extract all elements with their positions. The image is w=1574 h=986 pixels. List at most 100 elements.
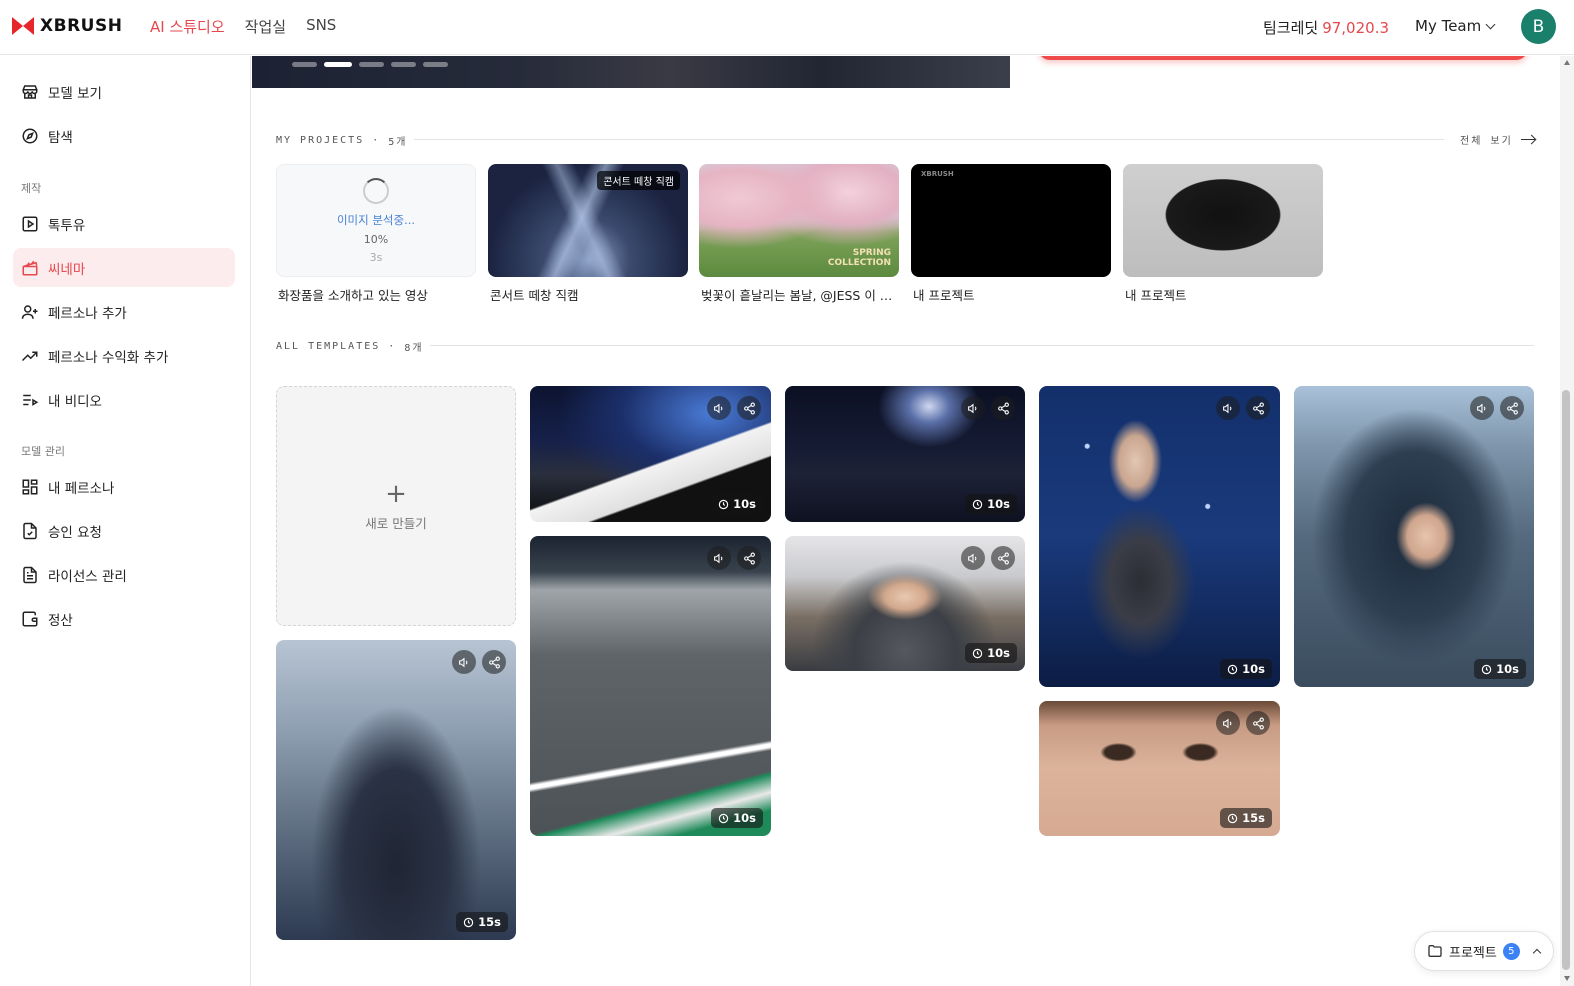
- arrow-right-icon: [1520, 138, 1535, 141]
- duration-text: 10s: [1496, 662, 1519, 676]
- carousel-dot[interactable]: [359, 62, 384, 67]
- carousel-dot[interactable]: [423, 62, 448, 67]
- template-card[interactable]: 10s: [1039, 386, 1280, 687]
- project-card[interactable]: SPRING COLLECTION 벚꽃이 흩날리는 봄날, @JESS 이 환…: [699, 164, 899, 304]
- separator-dot: ·: [388, 341, 397, 352]
- volume-icon[interactable]: [1470, 396, 1494, 420]
- template-card[interactable]: 10s: [530, 536, 771, 836]
- project-card[interactable]: 콘서트 떼창 직캠 콘서트 떼창 직캠: [488, 164, 688, 304]
- chevron-up-icon: [1532, 948, 1542, 958]
- share-icon[interactable]: [1246, 396, 1270, 420]
- clock-icon: [972, 648, 983, 658]
- sidebar-item-label: 페르소나 수익화 추가: [48, 349, 169, 366]
- project-thumbnail: [1123, 164, 1323, 277]
- duration-text: 10s: [733, 811, 756, 825]
- sidebar-item-label: 모델 보기: [48, 85, 102, 102]
- duration-badge: 10s: [1220, 659, 1272, 679]
- project-count-badge: 5: [1502, 942, 1520, 960]
- volume-icon[interactable]: [1216, 711, 1240, 735]
- project-card[interactable]: XBRUSH 내 프로젝트: [911, 164, 1111, 304]
- sidebar-item-approval[interactable]: 승인 요청: [13, 511, 235, 550]
- thumbnail-logo: XBRUSH: [921, 170, 954, 178]
- template-card[interactable]: 10s: [530, 386, 771, 522]
- share-icon[interactable]: [737, 546, 761, 570]
- clock-icon: [1481, 664, 1492, 674]
- sidebar-item-models[interactable]: 모델 보기: [13, 72, 235, 111]
- volume-icon[interactable]: [961, 396, 985, 420]
- share-icon[interactable]: [1246, 711, 1270, 735]
- project-drawer-toggle[interactable]: 프로젝트 5: [1414, 931, 1554, 971]
- volume-icon[interactable]: [707, 546, 731, 570]
- clock-icon: [718, 499, 729, 509]
- sidebar-item-add-persona[interactable]: 페르소나 추가: [13, 292, 235, 331]
- volume-icon[interactable]: [452, 650, 476, 674]
- duration-badge: 15s: [456, 912, 508, 932]
- duration-badge: 10s: [965, 494, 1017, 514]
- top-nav: AI 스튜디오 작업실 SNS: [150, 16, 336, 37]
- scroll-down-icon[interactable]: [1564, 976, 1570, 981]
- nav-ai-studio[interactable]: AI 스튜디오: [150, 16, 225, 37]
- template-card[interactable]: 15s: [1039, 701, 1280, 836]
- sidebar-item-cinema[interactable]: 씨네마: [13, 248, 235, 287]
- share-icon[interactable]: [1500, 396, 1524, 420]
- template-card[interactable]: 10s: [1294, 386, 1534, 687]
- team-name: My Team: [1415, 17, 1482, 35]
- share-icon[interactable]: [737, 396, 761, 420]
- sidebar-item-persona-monetize[interactable]: 페르소나 수익화 추가: [13, 336, 235, 375]
- section-title: ALL TEMPLATES: [276, 341, 381, 352]
- sidebar-item-license[interactable]: 라이선스 관리: [13, 555, 235, 594]
- hero-action-button[interactable]: [1038, 56, 1528, 60]
- project-card[interactable]: 내 프로젝트: [1123, 164, 1323, 304]
- main-content: MY PROJECTS · 5개 전체 보기 이미지 분석중... 10% 3s…: [252, 56, 1560, 986]
- sidebar-item-my-video[interactable]: 내 비디오: [13, 380, 235, 419]
- volume-icon[interactable]: [961, 546, 985, 570]
- volume-icon[interactable]: [707, 396, 731, 420]
- sidebar-item-talk-to-you[interactable]: 톡투유: [13, 204, 235, 243]
- clapperboard-icon: [22, 260, 38, 275]
- sidebar-item-settlement[interactable]: 정산: [13, 599, 235, 638]
- folder-icon: [1428, 945, 1442, 957]
- section-model-manage: 모델 관리: [21, 445, 65, 458]
- nav-sns[interactable]: SNS: [306, 16, 336, 37]
- plus-icon: +: [385, 478, 407, 509]
- clock-icon: [1227, 664, 1238, 674]
- hero-banner[interactable]: [252, 56, 1010, 88]
- see-all-label: 전체 보기: [1460, 136, 1513, 147]
- carousel-dot[interactable]: [292, 62, 317, 67]
- duration-text: 15s: [1242, 811, 1265, 825]
- section-create: 제작: [21, 182, 42, 195]
- template-card[interactable]: 10s: [785, 536, 1025, 671]
- share-icon[interactable]: [991, 546, 1015, 570]
- volume-icon[interactable]: [1216, 396, 1240, 420]
- project-thumbnail: SPRING COLLECTION: [699, 164, 899, 277]
- store-icon: [22, 84, 38, 99]
- clock-icon: [1227, 813, 1238, 823]
- carousel-dot[interactable]: [391, 62, 416, 67]
- scroll-up-icon[interactable]: [1564, 60, 1570, 65]
- team-selector[interactable]: My Team: [1415, 17, 1496, 35]
- logo[interactable]: XBRUSH: [12, 16, 122, 36]
- new-template-button[interactable]: + 새로 만들기: [276, 386, 516, 626]
- sidebar-item-my-persona[interactable]: 내 페르소나: [13, 467, 235, 506]
- project-thumbnail: 콘서트 떼창 직캠: [488, 164, 688, 277]
- project-card[interactable]: 이미지 분석중... 10% 3s 화장품을 소개하고 있는 영상: [276, 164, 476, 304]
- project-drawer-label: 프로젝트: [1449, 945, 1497, 961]
- scrollbar-thumb[interactable]: [1562, 390, 1570, 970]
- sidebar-item-label: 씨네마: [48, 261, 86, 278]
- section-count: 8개: [404, 343, 424, 354]
- user-plus-icon: [21, 304, 38, 319]
- sidebar-item-label: 정산: [48, 612, 73, 629]
- nav-workroom[interactable]: 작업실: [245, 16, 286, 37]
- avatar[interactable]: B: [1521, 9, 1556, 44]
- share-icon[interactable]: [991, 396, 1015, 420]
- template-card[interactable]: 10s: [785, 386, 1025, 522]
- see-all-link[interactable]: 전체 보기: [1460, 132, 1535, 147]
- duration-text: 10s: [1242, 662, 1265, 676]
- sidebar-item-label: 페르소나 추가: [48, 305, 127, 322]
- list-video-icon: [23, 394, 39, 406]
- template-card[interactable]: 15s: [276, 640, 516, 940]
- carousel-dot-active[interactable]: [324, 62, 352, 67]
- sidebar-item-label: 내 비디오: [48, 393, 102, 410]
- sidebar-item-explore[interactable]: 탐색: [13, 116, 235, 155]
- share-icon[interactable]: [482, 650, 506, 674]
